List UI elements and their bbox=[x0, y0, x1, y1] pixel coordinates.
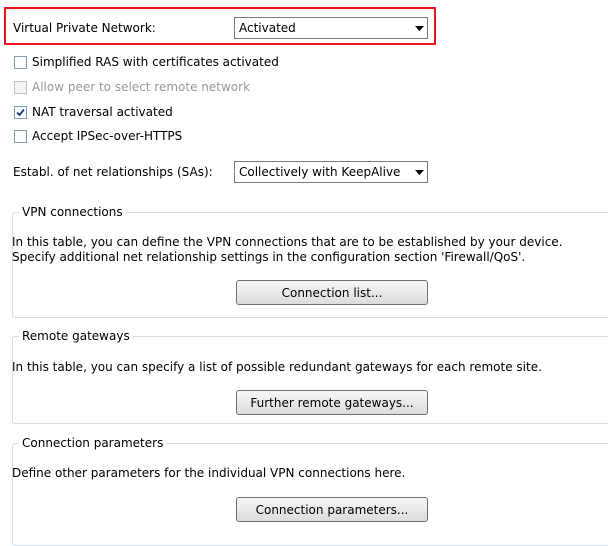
checkbox-box[interactable] bbox=[14, 105, 27, 119]
sa-label: Establ. of net relationships (SAs): bbox=[13, 165, 213, 179]
group-connection-parameters: Connection parameters bbox=[12, 436, 608, 546]
checkbox-box[interactable] bbox=[14, 129, 27, 143]
group-description-line1: Define other parameters for the individu… bbox=[12, 466, 406, 480]
checkbox-label: Accept IPSec-over-HTTPS bbox=[32, 129, 183, 143]
group-description-line1: In this table, you can specify a list of… bbox=[12, 360, 542, 374]
checkbox-label: NAT traversal activated bbox=[32, 105, 173, 119]
vpn-select-value: Activated bbox=[239, 21, 296, 35]
checkbox-box bbox=[14, 80, 27, 94]
checkbox-label: Allow peer to select remote network bbox=[32, 80, 251, 94]
vpn-label: Virtual Private Network: bbox=[13, 21, 156, 35]
group-description-line1: In this table, you can define the VPN co… bbox=[12, 235, 563, 249]
checkbox-nat-traversal[interactable]: NAT traversal activated bbox=[14, 104, 173, 120]
checkbox-allow-peer: Allow peer to select remote network bbox=[14, 79, 250, 95]
sa-select[interactable]: Collectively with KeepAlive bbox=[234, 161, 428, 183]
group-title: Connection parameters bbox=[22, 436, 164, 450]
chevron-down-icon bbox=[411, 162, 427, 182]
vpn-select[interactable]: Activated bbox=[234, 17, 428, 39]
connection-list-button[interactable]: Connection list... bbox=[236, 280, 428, 305]
further-remote-gateways-button[interactable]: Further remote gateways... bbox=[236, 390, 428, 415]
sa-select-value: Collectively with KeepAlive bbox=[239, 165, 401, 179]
group-title: VPN connections bbox=[22, 205, 123, 219]
checkbox-accept-ipsec-https[interactable]: Accept IPSec-over-HTTPS bbox=[14, 128, 182, 144]
checkbox-label: Simplified RAS with certificates activat… bbox=[32, 55, 279, 69]
connection-parameters-button[interactable]: Connection parameters... bbox=[236, 497, 428, 522]
checkbox-simplified-ras[interactable]: Simplified RAS with certificates activat… bbox=[14, 54, 279, 70]
group-title: Remote gateways bbox=[22, 329, 130, 343]
chevron-down-icon bbox=[411, 18, 427, 38]
checkbox-box[interactable] bbox=[14, 55, 27, 69]
group-description-line2: Specify additional net relationship sett… bbox=[12, 250, 526, 264]
checkmark-icon bbox=[16, 108, 25, 116]
